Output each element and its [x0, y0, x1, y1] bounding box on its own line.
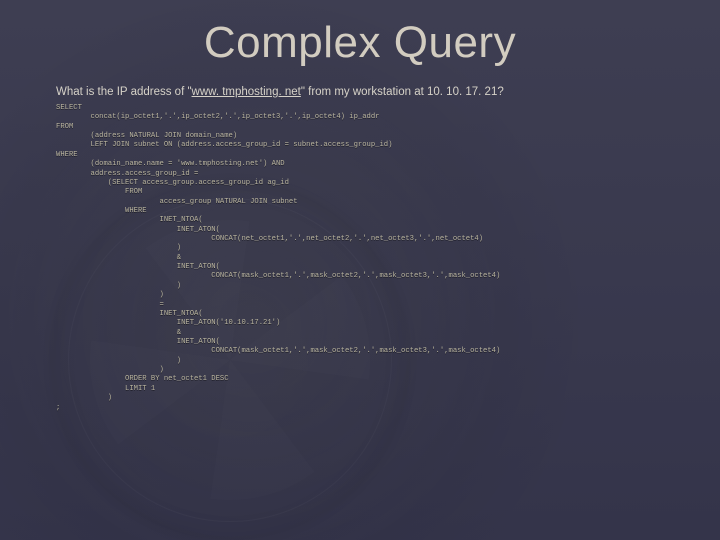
- question-text: What is the IP address of "www. tmphosti…: [56, 86, 720, 98]
- question-prefix: What is the IP address of ": [56, 86, 192, 98]
- sql-query-block: SELECT concat(ip_octet1,'.',ip_octet2,'.…: [56, 104, 720, 413]
- hostname-link[interactable]: www. tmphosting. net: [192, 86, 301, 98]
- page-title: Complex Query: [0, 0, 720, 68]
- slide-content: Complex Query What is the IP address of …: [0, 0, 720, 540]
- question-suffix: " from my workstation at 10. 10. 17. 21?: [301, 86, 504, 98]
